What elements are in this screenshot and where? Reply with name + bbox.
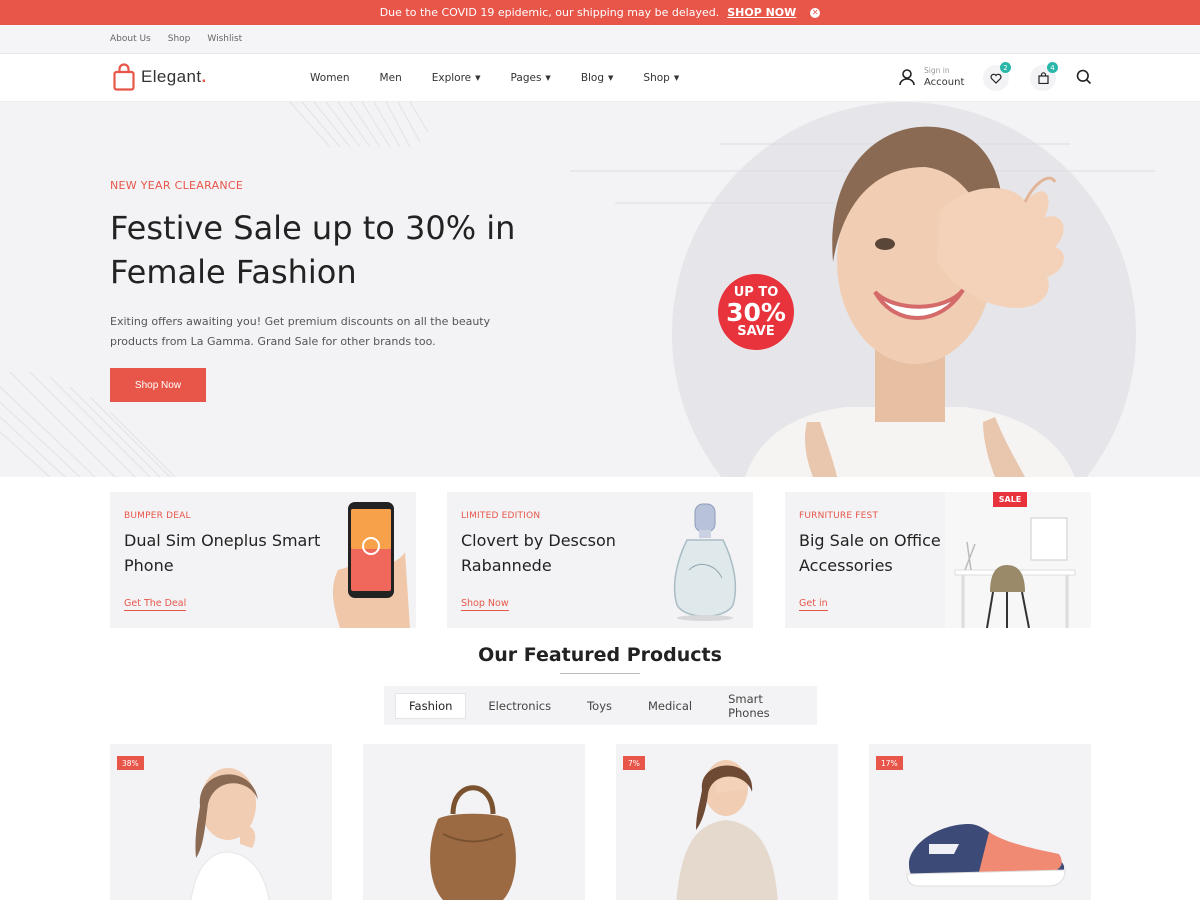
- shop-now-link[interactable]: SHOP NOW: [727, 6, 796, 19]
- save-badge-line3: SAVE: [737, 323, 775, 339]
- chevron-down-icon: ▼: [608, 74, 614, 82]
- shop-now-link[interactable]: Shop Now: [461, 598, 509, 611]
- user-icon: [899, 69, 915, 86]
- card-tag: LIMITED EDITION: [461, 511, 541, 521]
- discount-badge: 38%: [117, 756, 144, 770]
- promo-card-perfume[interactable]: LIMITED EDITION Clovert by Descson Raban…: [447, 492, 753, 628]
- discount-badge: 7%: [623, 756, 645, 770]
- promo-card-phone[interactable]: BUMPER DEAL Dual Sim Oneplus Smart Phone…: [110, 492, 416, 628]
- wishlist-count-badge: 2: [1000, 62, 1011, 73]
- phone-in-hand-image: [332, 502, 410, 628]
- shop-now-button[interactable]: Shop Now: [110, 368, 206, 402]
- card-tag: BUMPER DEAL: [124, 511, 191, 521]
- logo-dot: .: [201, 67, 207, 86]
- perfume-bottle-image: [673, 503, 737, 621]
- account-link[interactable]: Sign in Account: [898, 66, 964, 88]
- get-the-deal-link[interactable]: Get The Deal: [124, 598, 187, 611]
- nav-label: Pages: [510, 72, 542, 84]
- product-image-handbag: [430, 785, 516, 900]
- nav-men[interactable]: Men: [380, 72, 402, 84]
- nav-label: Blog: [580, 72, 605, 84]
- tab-smart-phones[interactable]: Smart Phones: [714, 686, 809, 726]
- decorative-stripes: [289, 102, 429, 148]
- nav-explore[interactable]: Explore ▼: [432, 72, 481, 84]
- hero-subtitle: NEW YEAR CLEARANCE: [110, 179, 244, 192]
- product-card[interactable]: 17%: [869, 744, 1091, 900]
- close-icon[interactable]: ✕: [810, 7, 821, 18]
- search-icon: [1076, 69, 1092, 85]
- product-tabs: Fashion Electronics Toys Medical Smart P…: [384, 686, 817, 725]
- hero-description: Exiting offers awaiting you! Get premium…: [110, 315, 491, 348]
- product-card[interactable]: 7%: [616, 744, 838, 900]
- logo[interactable]: Elegant.: [113, 63, 207, 91]
- card-title: Big Sale on Office Accessories: [799, 531, 941, 575]
- product-image-woman: [190, 768, 270, 900]
- sign-in-label: Sign in: [924, 66, 950, 75]
- tab-medical[interactable]: Medical: [634, 693, 706, 719]
- util-link-wishlist[interactable]: Wishlist: [207, 34, 242, 44]
- save-badge: UP TO 30% SAVE: [718, 274, 794, 350]
- promo-text: Due to the COVID 19 epidemic, our shippi…: [379, 6, 720, 19]
- hero-banner: UP TO 30% SAVE NEW YEAR CLEARANCE Festiv…: [0, 102, 1200, 477]
- promo-bar: Due to the COVID 19 epidemic, our shippi…: [0, 0, 1200, 25]
- cart-count-badge: 4: [1047, 62, 1058, 73]
- logo-text: Elegant: [141, 67, 202, 86]
- cart-bag-icon: [1037, 72, 1049, 84]
- util-link-about[interactable]: About Us: [110, 34, 151, 44]
- util-link-shop[interactable]: Shop: [168, 34, 191, 44]
- nav-blog[interactable]: Blog ▼: [581, 72, 614, 84]
- card-tag: FURNITURE FEST: [799, 511, 879, 521]
- get-in-link[interactable]: Get in: [799, 598, 828, 611]
- utility-nav: About Us Shop Wishlist: [0, 25, 1200, 54]
- product-image-sweater-woman: [676, 760, 778, 900]
- nav-label: Women: [310, 72, 350, 84]
- promo-card-furniture[interactable]: SALE FURNITURE FEST Big Sale on Office A…: [785, 492, 1091, 628]
- main-nav: Women Men Explore ▼ Pages ▼ Blog ▼ Shop ▼: [310, 54, 709, 102]
- nav-label: Explore: [431, 72, 472, 84]
- hero-title: Festive Sale up to 30% in Female Fashion: [110, 209, 516, 291]
- shopping-bag-icon: [113, 63, 135, 91]
- heart-icon: [990, 73, 1002, 84]
- card-title: Clovert by Descson Rabannede: [461, 531, 616, 575]
- chevron-down-icon: ▼: [673, 74, 680, 82]
- nav-women[interactable]: Women: [310, 72, 350, 84]
- tab-fashion[interactable]: Fashion: [395, 692, 467, 719]
- wishlist-button[interactable]: 2: [983, 62, 1011, 91]
- product-card[interactable]: [363, 744, 585, 900]
- nav-label: Shop: [643, 72, 670, 84]
- product-card[interactable]: 38%: [110, 744, 332, 900]
- featured-title: Our Featured Products: [478, 644, 722, 666]
- chevron-down-icon: ▼: [545, 74, 551, 82]
- tab-electronics[interactable]: Electronics: [474, 693, 565, 719]
- title-underline: [560, 673, 640, 674]
- cart-button[interactable]: 4: [1030, 62, 1058, 91]
- card-title: Dual Sim Oneplus Smart Phone: [124, 531, 321, 575]
- chevron-down-icon: ▼: [475, 74, 481, 82]
- product-image-sneaker: [906, 824, 1066, 887]
- search-button[interactable]: [1076, 69, 1092, 89]
- account-label: Account: [924, 77, 965, 88]
- site-header: Elegant. Women Men Explore ▼ Pages ▼ Blog ▼…: [0, 54, 1200, 102]
- tab-toys[interactable]: Toys: [573, 693, 626, 719]
- nav-pages[interactable]: Pages ▼: [511, 72, 551, 84]
- discount-badge: 17%: [876, 756, 903, 770]
- save-badge-percent: 30%: [726, 297, 786, 327]
- nav-label: Men: [379, 72, 402, 84]
- sale-flag: SALE: [993, 492, 1027, 507]
- nav-shop[interactable]: Shop ▼: [643, 72, 679, 84]
